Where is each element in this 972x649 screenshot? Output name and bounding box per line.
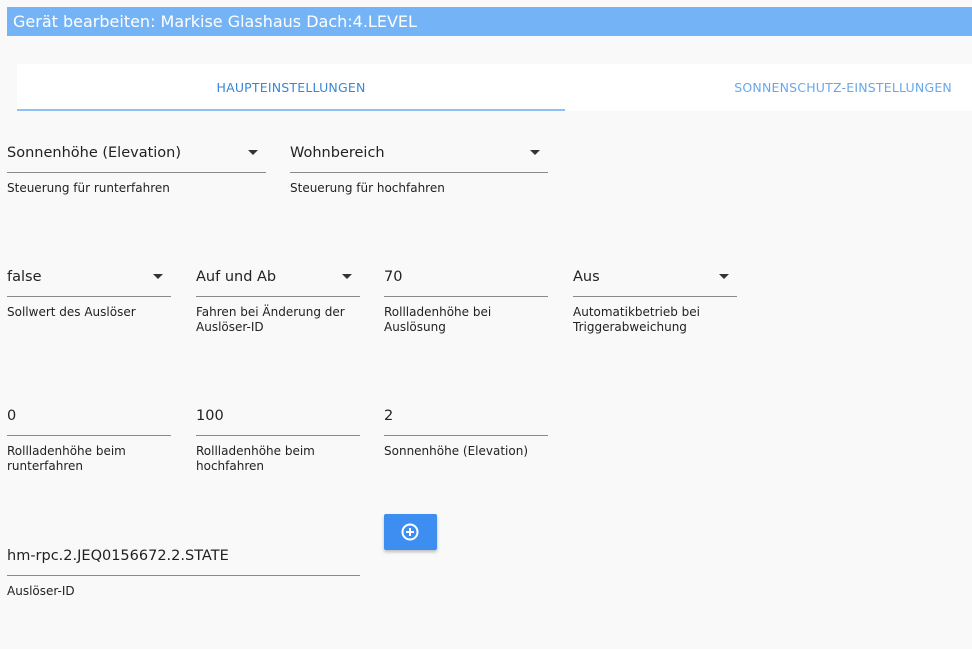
dropdown-arrow-icon[interactable] — [153, 274, 163, 279]
down-control-value[interactable]: Sonnenhöhe (Elevation) — [7, 135, 266, 171]
dropdown-arrow-icon[interactable] — [530, 150, 540, 155]
field-underline — [384, 435, 548, 436]
field-underline — [573, 296, 737, 297]
dialog-title: Gerät bearbeiten: Markise Glashaus Dach:… — [7, 7, 972, 36]
shutter-height-trigger-value[interactable]: 70 — [384, 259, 548, 295]
tab-bar: HAUPTEINSTELLUNGEN SONNENSCHUTZ-EINSTELL… — [17, 64, 972, 111]
height-up-label: Rollladenhöhe beim hochfahren — [196, 444, 315, 473]
tab-main-settings[interactable]: HAUPTEINSTELLUNGEN — [17, 64, 565, 111]
dropdown-arrow-icon[interactable] — [248, 150, 258, 155]
up-control-label: Steuerung für hochfahren — [290, 181, 445, 195]
elevation-label: Sonnenhöhe (Elevation) — [384, 444, 529, 458]
drive-on-change-label: Fahren bei Änderung der Auslöser-ID — [196, 305, 345, 334]
trigger-id-value[interactable]: hm-rpc.2.JEQ0156672.2.STATE — [7, 538, 360, 574]
field-underline — [7, 575, 360, 576]
dropdown-arrow-icon[interactable] — [342, 274, 352, 279]
elevation-value[interactable]: 2 — [384, 398, 548, 434]
height-down-label: Rollladenhöhe beim runterfahren — [7, 444, 126, 473]
field-underline — [290, 172, 548, 173]
trigger-setpoint-label: Sollwert des Auslöser — [7, 305, 136, 319]
height-up-value[interactable]: 100 — [196, 398, 360, 434]
down-control-label: Steuerung für runterfahren — [7, 181, 170, 195]
trigger-id-label: Auslöser-ID — [7, 584, 75, 598]
field-underline — [7, 435, 171, 436]
shutter-height-trigger-label: Rollladenhöhe bei Auslösung — [384, 305, 492, 334]
auto-mode-value[interactable]: Aus — [573, 259, 737, 295]
up-control-value[interactable]: Wohnbereich — [290, 135, 548, 171]
plus-circle-icon — [401, 523, 419, 541]
add-button[interactable] — [384, 514, 437, 550]
tab-indicator — [17, 109, 565, 111]
field-underline — [7, 296, 171, 297]
auto-mode-label: Automatikbetrieb bei Triggerabweichung — [573, 305, 701, 334]
drive-on-change-value[interactable]: Auf und Ab — [196, 259, 360, 295]
height-down-value[interactable]: 0 — [7, 398, 171, 434]
trigger-setpoint-value[interactable]: false — [7, 259, 171, 295]
field-underline — [384, 296, 548, 297]
dropdown-arrow-icon[interactable] — [719, 274, 729, 279]
field-underline — [196, 435, 360, 436]
field-underline — [7, 172, 266, 173]
tab-sunprotection-settings[interactable]: SONNENSCHUTZ-EINSTELLUNGEN — [565, 64, 972, 111]
field-underline — [196, 296, 360, 297]
